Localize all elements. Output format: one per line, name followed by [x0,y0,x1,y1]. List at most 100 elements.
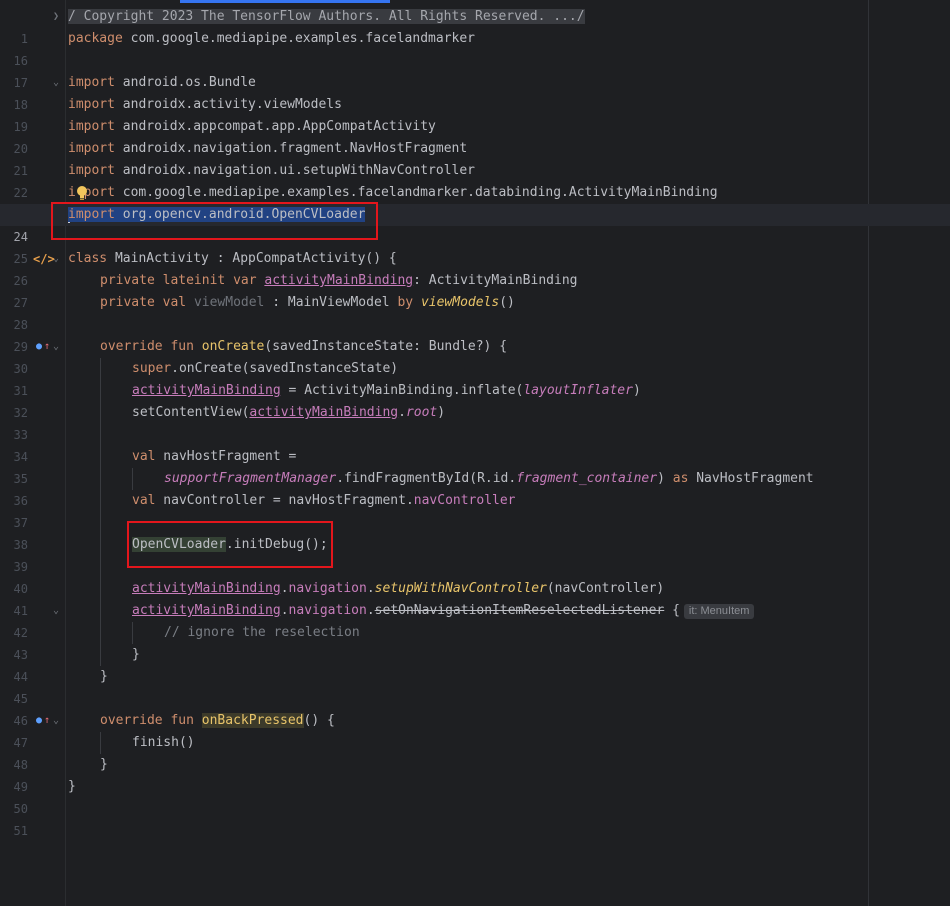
property: activityMainBinding [264,273,414,288]
code-line[interactable]: 28 private val viewModel : MainViewModel… [0,292,950,332]
code-line[interactable]: 44 } [0,644,950,684]
code-line[interactable]: 16 package com.google.mediapipe.examples… [0,28,950,68]
indent-guide [100,380,101,402]
code-line[interactable]: 51 [0,798,950,838]
code-line[interactable]: 20 import androidx.appcompat.app.AppComp… [0,116,950,156]
code-text: (savedInstanceState: Bundle?) { [264,339,508,354]
keyword: val [132,449,156,464]
code-text: () [499,295,515,310]
code-line[interactable]: 25 [0,226,950,266]
code-line[interactable]: 1 ❯ / Copyright 2023 The TensorFlow Auth… [0,6,950,46]
code-text: : MainViewModel [264,295,398,310]
inlay-hint: it: MenuItem [683,604,755,619]
code-text: androidx.navigation.fragment.NavHostFrag… [114,141,468,156]
code-line[interactable]: 43 // ignore the reselection [0,622,950,662]
up-arrow-icon[interactable]: ↑ [44,336,50,358]
code-line[interactable]: 30 ● ↑ ⌄ override fun onCreate(savedInst… [0,336,950,376]
folded-comment[interactable]: / Copyright 2023 The TensorFlow Authors.… [68,9,585,24]
fold-arrow-icon[interactable]: ❯ [53,6,59,28]
code-text: ) [657,471,673,486]
indent-guide [100,622,101,644]
code-line[interactable]: 33 setContentView(activityMainBinding.ro… [0,402,950,442]
code-text: : ActivityMainBinding [413,273,578,288]
code-line[interactable]: 37 val navController = navHostFragment.n… [0,490,950,530]
code-line[interactable]: 23 iport com.google.mediapipe.examples.f… [0,182,950,222]
code-line[interactable]: 29 [0,314,950,354]
code-text: .findFragmentById(R.id. [336,471,517,486]
keyword: val [162,295,187,310]
keyword: import [68,207,115,222]
property: navController [413,493,516,508]
keyword: override [100,713,163,728]
indent-guide [100,644,101,666]
indent-guide [100,424,101,446]
code-line[interactable]: 41 activityMainBinding.navigation.setupW… [0,578,950,618]
keyword: class [68,251,108,266]
override-marker-icon[interactable]: ● [36,710,42,732]
highlighted-identifier[interactable]: OpenCVLoader [132,537,226,552]
code-line[interactable]: 32 activityMainBinding = ActivityMainBin… [0,380,950,420]
active-tab-indicator [180,0,390,3]
code-line[interactable]: 47 ● ↑ ⌄ override fun onBackPressed() { [0,710,950,750]
keyword: var [233,273,257,288]
keyword: import [68,97,115,112]
code-line[interactable]: 35 val navHostFragment = [0,446,950,486]
fold-arrow-icon[interactable]: ⌄ [53,336,59,358]
code-line[interactable]: 22 import androidx.navigation.ui.setupWi… [0,160,950,200]
code-line[interactable]: 48 finish() [0,732,950,772]
code-line-current[interactable]: 24 import org.opencv.android.OpenCVLoade… [0,204,950,244]
code-line[interactable]: 31 super.onCreate(savedInstanceState) [0,358,950,398]
lightbulb-icon[interactable] [76,185,88,201]
code-line[interactable]: 21 import androidx.navigation.fragment.N… [0,138,950,178]
code-line[interactable]: 39 OpenCVLoader.initDebug(); [0,534,950,574]
code-line[interactable]: 50 } [0,776,950,816]
code-line[interactable]: 27 private lateinit var activityMainBind… [0,270,950,310]
keyword: import [68,163,115,178]
indent-guide [100,534,101,556]
code-line[interactable]: 40 [0,556,950,596]
fold-arrow-icon[interactable]: ⌄ [53,72,59,94]
code-line[interactable]: 19 import androidx.activity.viewModels [0,94,950,134]
code-text: } [132,647,140,662]
indent-guide [100,732,101,754]
code-line[interactable]: 42 ⌄ activityMainBinding.navigation.setO… [0,600,950,640]
property: fragment_container [516,471,658,486]
code-tag-icon[interactable]: </> [33,248,55,270]
code-line[interactable]: 45 } [0,666,950,706]
code-line[interactable]: 34 [0,424,950,464]
code-line[interactable]: 26 </> ⌄ class MainActivity : AppCompatA… [0,248,950,288]
deprecated-call: setOnNavigationItemReselectedListener [374,603,665,618]
code-editor[interactable]: 1 ❯ / Copyright 2023 The TensorFlow Auth… [0,0,950,906]
keyword: port [83,185,115,200]
function-call: setupWithNavController [374,581,547,596]
code-text: (navController) [546,581,665,596]
property: layoutInflater [523,383,633,398]
code-text: navHostFragment = [155,449,297,464]
code-text: } [68,779,76,794]
override-marker-icon[interactable]: ● [36,336,42,358]
keyword: import [68,119,115,134]
code-text: . [366,581,375,596]
up-arrow-icon[interactable]: ↑ [44,710,50,732]
code-text: navController = navHostFragment. [155,493,414,508]
code-line[interactable]: 46 [0,688,950,728]
code-line[interactable]: 17 [0,50,950,90]
code-line[interactable]: 38 [0,512,950,552]
code-line[interactable]: 18 ⌄ import android.os.Bundle [0,72,950,112]
indent-guide [132,622,133,644]
code-text: androidx.activity.viewModels [114,97,342,112]
fold-arrow-icon[interactable]: ⌄ [53,248,59,270]
code-text: org.opencv.android.OpenCVLoader [114,207,366,222]
keyword: import [68,75,115,90]
code-line[interactable]: 36 supportFragmentManager.findFragmentBy… [0,468,950,508]
code-text: = ActivityMainBinding.inflate( [280,383,524,398]
code-line[interactable]: 49 } [0,754,950,794]
keyword: i [68,185,76,200]
fold-arrow-icon[interactable]: ⌄ [53,600,59,622]
fold-arrow-icon[interactable]: ⌄ [53,710,59,732]
code-text: . [366,603,375,618]
unused-property: viewModel [193,295,265,310]
